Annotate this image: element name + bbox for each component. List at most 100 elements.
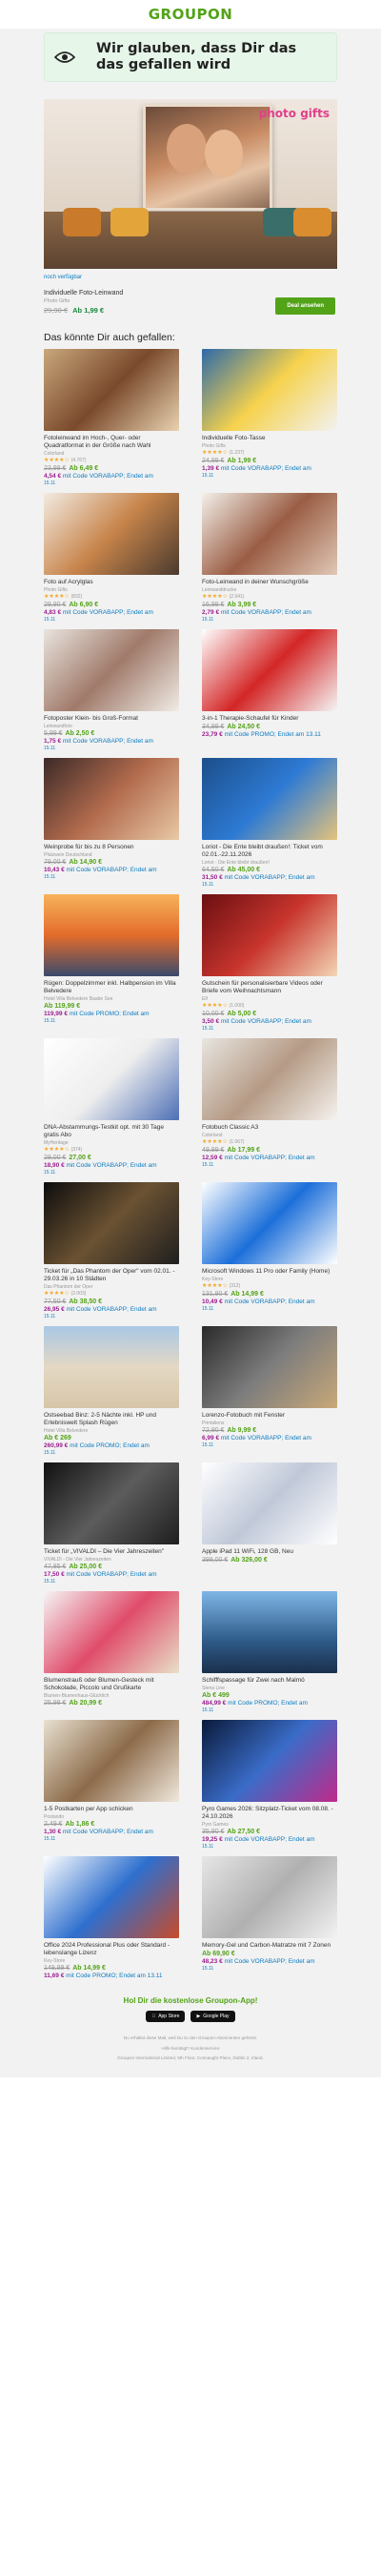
deal-card[interactable]: Fotoposter Klein- bis Groß-Format Leinwan…	[44, 629, 179, 751]
deal-image[interactable]	[202, 1591, 337, 1673]
deal-title[interactable]: 3-in-1 Therapie-Schaufel für Kinder	[202, 715, 337, 723]
promo-text: mit Code VORABAPP; Endet am	[224, 1298, 315, 1305]
deal-title[interactable]: Weinprobe für bis zu 8 Personen	[44, 844, 179, 851]
deal-card[interactable]: Foto auf Acrylglas Photo Gifts ★★★★☆ (832)…	[44, 493, 179, 623]
star-icons: ★★★★☆	[44, 458, 70, 463]
deal-card[interactable]: Fotoleinwand im Hoch-, Quer- oder Quadra…	[44, 349, 179, 486]
deal-card[interactable]: Foto-Leinwand in deiner Wunschgröße Leinw…	[202, 493, 337, 623]
deal-image[interactable]	[202, 1462, 337, 1544]
deal-card[interactable]: Gutschein für personalisierbare Videos o…	[202, 894, 337, 1032]
old-price: 2,49 €	[44, 1821, 63, 1828]
deal-card[interactable]: 3-in-1 Therapie-Schaufel für Kinder 34,99…	[202, 629, 337, 751]
deal-title[interactable]: Loriot - Die Ente bleibt draußen!: Ticke…	[202, 844, 337, 859]
deal-card[interactable]: DNA-Abstammungs-Testkit opt. mit 30 Tage…	[44, 1038, 179, 1176]
deal-image[interactable]	[44, 1856, 179, 1938]
hero-title[interactable]: Individuelle Foto-Leinwand	[44, 290, 123, 296]
deal-title[interactable]: Blumenstrauß oder Blumen-Gesteck mit Sch…	[44, 1677, 179, 1692]
deal-title[interactable]: 1-5 Postkarten per App schicken	[44, 1806, 179, 1813]
deal-image[interactable]	[44, 1591, 179, 1673]
deal-image[interactable]	[44, 1720, 179, 1802]
deal-card[interactable]: Apple iPad 11 WiFi, 128 GB, Neu 399,00 € A…	[202, 1462, 337, 1584]
deal-price: 149,99 € Ab 14,99 €	[44, 1964, 179, 1973]
promo-price: 19,25 €	[202, 1836, 223, 1843]
deal-title[interactable]: Office 2024 Professional Plus oder Stand…	[44, 1942, 179, 1957]
old-price: 10,00 €	[202, 1011, 225, 1017]
deal-card[interactable]: Pyro Games 2026: Sitzplatz-Ticket vom 08…	[202, 1720, 337, 1850]
deal-title[interactable]: Apple iPad 11 WiFi, 128 GB, Neu	[202, 1548, 337, 1556]
deal-image[interactable]	[44, 349, 179, 431]
deal-image[interactable]	[202, 1038, 337, 1120]
deal-image[interactable]	[44, 894, 179, 976]
groupon-logo[interactable]: GROUPON	[149, 6, 233, 23]
deal-card[interactable]: Weinprobe für bis zu 8 Personen Pfalzwein…	[44, 758, 179, 888]
deal-image[interactable]	[202, 758, 337, 840]
promo-line: 31,50 € mit Code VORABAPP; Endet am	[202, 874, 337, 882]
deal-card[interactable]: Rügen: Doppelzimmer inkl. Halbpension im…	[44, 894, 179, 1032]
deal-title[interactable]: Rügen: Doppelzimmer inkl. Halbpension im…	[44, 980, 179, 995]
deal-card[interactable]: Ticket für „Das Phantom der Oper" vom 02…	[44, 1182, 179, 1319]
rating-count: (1.000)	[229, 1003, 245, 1009]
deal-title[interactable]: Fotoleinwand im Hoch-, Quer- oder Quadra…	[44, 435, 179, 450]
deal-title[interactable]: Microsoft Windows 11 Pro oder Family (Ho…	[202, 1268, 337, 1276]
rating-stars: ★★★★☆ (1.237)	[202, 449, 337, 457]
deal-card[interactable]: Lorenzo-Fotobuch mit Fenster Printaliens 7…	[202, 1326, 337, 1456]
deal-title[interactable]: Fotoposter Klein- bis Groß-Format	[44, 715, 179, 723]
deal-card[interactable]: Individuelle Foto-Tasse Photo Gifts ★★★★☆ …	[202, 349, 337, 486]
deal-title[interactable]: Memory-Gel und Carbon-Matratze mit 7 Zon…	[202, 1942, 337, 1950]
deal-image[interactable]	[44, 493, 179, 575]
google-play-button[interactable]: ▶ Google Play	[190, 2011, 235, 2022]
deal-image[interactable]	[202, 349, 337, 431]
deal-title[interactable]: Gutschein für personalisierbare Videos o…	[202, 980, 337, 995]
deal-price: 2,49 € Ab 1,86 €	[44, 1820, 179, 1829]
deal-image[interactable]	[202, 1856, 337, 1938]
hero-image[interactable]: photo gifts	[44, 99, 337, 269]
deal-ansehen-button[interactable]: Deal ansehen	[275, 297, 335, 315]
deal-title[interactable]: Fotobuch Classic A3	[202, 1124, 337, 1132]
deal-image[interactable]	[44, 1038, 179, 1120]
deal-card[interactable]: Ostseebad Binz: 2-5 Nächte inkl. HP und …	[44, 1326, 179, 1456]
deal-card[interactable]: Memory-Gel und Carbon-Matratze mit 7 Zon…	[202, 1856, 337, 1980]
new-price: Ab 5,00 €	[227, 1011, 257, 1017]
deal-card[interactable]: Ticket für „VIVALDI – Die Vier Jahreszei…	[44, 1462, 179, 1584]
deal-card[interactable]: 1-5 Postkarten per App schicken Postando 2…	[44, 1720, 179, 1850]
deal-image[interactable]	[202, 1326, 337, 1408]
deal-image[interactable]	[202, 493, 337, 575]
deal-price: Ab 119,99 €	[44, 1002, 179, 1011]
new-price: Ab 3,99 €	[227, 602, 257, 608]
deal-card[interactable]: Fotobuch Classic A3 Colorland ★★★★☆ (1.067…	[202, 1038, 337, 1176]
deal-title[interactable]: Pyro Games 2026: Sitzplatz-Ticket vom 08…	[202, 1806, 337, 1821]
promo-line: 3,50 € mit Code VORABAPP; Endet am	[202, 1018, 337, 1026]
deal-title[interactable]: Foto-Leinwand in deiner Wunschgröße	[202, 579, 337, 586]
deal-title[interactable]: Ostseebad Binz: 2-5 Nächte inkl. HP und …	[44, 1412, 179, 1427]
deal-image[interactable]	[202, 629, 337, 711]
deal-image[interactable]	[44, 1326, 179, 1408]
deal-card[interactable]: Loriot - Die Ente bleibt draußen!: Ticke…	[202, 758, 337, 888]
promo-end-date: 15.11	[44, 1170, 56, 1176]
promo-price: 484,99 €	[202, 1700, 227, 1707]
deal-title[interactable]: Individuelle Foto-Tasse	[202, 435, 337, 442]
deal-image[interactable]	[44, 1462, 179, 1544]
deal-card[interactable]: Microsoft Windows 11 Pro oder Family (Ho…	[202, 1182, 337, 1319]
deal-image[interactable]	[44, 758, 179, 840]
promo-text: mit Code VORABAPP; Endet am	[66, 1571, 157, 1578]
app-store-button[interactable]: App Store	[146, 2011, 186, 2022]
deal-title[interactable]: DNA-Abstammungs-Testkit opt. mit 30 Tage…	[44, 1124, 179, 1139]
old-price: 77,50 €	[44, 1298, 67, 1305]
deal-card[interactable]: Office 2024 Professional Plus oder Stand…	[44, 1856, 179, 1980]
deal-title[interactable]: Lorenzo-Fotobuch mit Fenster	[202, 1412, 337, 1420]
deal-image[interactable]	[202, 894, 337, 976]
deal-title[interactable]: Foto auf Acrylglas	[44, 579, 179, 586]
deal-image[interactable]	[44, 629, 179, 711]
deal-card[interactable]: Blumenstrauß oder Blumen-Gesteck mit Sch…	[44, 1591, 179, 1713]
old-price: 49,99 €	[202, 1147, 225, 1154]
deal-card[interactable]: Schifffspassage für Zwei nach Malmö Stena…	[202, 1591, 337, 1713]
deal-image[interactable]	[202, 1720, 337, 1802]
rating-stars: ★★★★☆ (1.067)	[202, 1138, 337, 1146]
deal-title[interactable]: Ticket für „Das Phantom der Oper" vom 02…	[44, 1268, 179, 1283]
deal-image[interactable]	[202, 1182, 337, 1264]
deal-title[interactable]: Ticket für „VIVALDI – Die Vier Jahreszei…	[44, 1548, 179, 1556]
old-price: 29,90 €	[44, 602, 67, 608]
new-price: Ab 20,99 €	[69, 1700, 102, 1707]
deal-image[interactable]	[44, 1182, 179, 1264]
deal-title[interactable]: Schifffspassage für Zwei nach Malmö	[202, 1677, 337, 1685]
